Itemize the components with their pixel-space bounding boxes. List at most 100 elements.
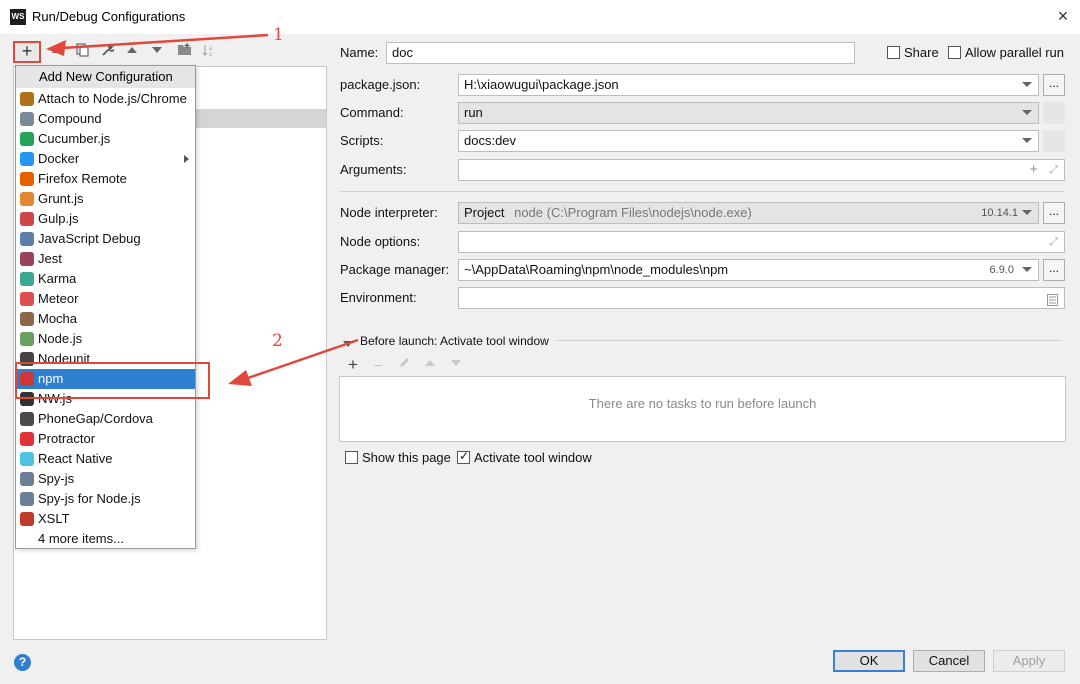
collapse-triangle-icon[interactable] <box>343 336 353 351</box>
move-down-icon[interactable] <box>147 43 167 61</box>
edit-task-icon[interactable] <box>394 356 414 374</box>
node-options-field[interactable]: ⤢ <box>458 231 1065 253</box>
run-debug-dialog: WS Run/Debug Configurations × + – az Add… <box>0 0 1080 684</box>
package-manager-value: ~\AppData\Roaming\npm\node_modules\npm <box>464 262 729 277</box>
parallel-run-checkbox[interactable] <box>948 46 961 59</box>
webstorm-logo-icon: WS <box>10 9 26 25</box>
apply-button[interactable]: Apply <box>993 650 1065 672</box>
add-task-icon[interactable]: + <box>343 356 363 374</box>
menu-item-label: Karma <box>38 271 77 286</box>
move-task-up-icon[interactable] <box>420 356 440 374</box>
package-json-value: H:\xiaowugui\package.json <box>464 77 619 92</box>
annotation-box-npm <box>15 362 210 399</box>
scripts-spacer <box>1043 130 1065 152</box>
environment-field[interactable] <box>458 287 1065 309</box>
remove-task-icon[interactable]: – <box>368 356 388 374</box>
arguments-field[interactable]: + ⤢ <box>458 159 1065 181</box>
list-icon[interactable] <box>1047 292 1058 312</box>
package-json-browse-button[interactable]: ... <box>1043 74 1065 96</box>
menu-item-label: Protractor <box>38 431 96 446</box>
menu-item-label: Compound <box>38 111 102 126</box>
menu-item-karma[interactable]: Karma <box>16 269 195 289</box>
docker-icon <box>20 152 34 166</box>
expand-icon[interactable]: ⤢ <box>1049 232 1058 252</box>
menu-item-firefox[interactable]: Firefox Remote <box>16 169 195 189</box>
move-task-down-icon[interactable] <box>446 356 466 374</box>
compound-icon <box>20 112 34 126</box>
share-checkbox[interactable] <box>887 46 900 59</box>
menu-item-cucumber[interactable]: Cucumber.js <box>16 129 195 149</box>
menu-item-label: Attach to Node.js/Chrome <box>38 91 187 106</box>
menu-item-label: Mocha <box>38 311 78 326</box>
cancel-button[interactable]: Cancel <box>913 650 985 672</box>
add-configuration-button[interactable]: + <box>13 41 41 63</box>
menu-item-docker[interactable]: Docker <box>16 149 195 169</box>
move-up-icon[interactable] <box>122 43 142 61</box>
wrench-icon[interactable] <box>97 43 117 61</box>
activate-window-label: Activate tool window <box>474 450 592 465</box>
menu-item-compound[interactable]: Compound <box>16 109 195 129</box>
menu-item-xslt[interactable]: XSLT <box>16 509 195 529</box>
package-manager-combo[interactable]: ~\AppData\Roaming\npm\node_modules\npm 6… <box>458 259 1039 281</box>
before-launch-divider <box>556 340 1062 341</box>
window-title: Run/Debug Configurations <box>32 9 186 24</box>
js-icon <box>20 92 34 106</box>
empty-tasks-text: There are no tasks to run before launch <box>588 396 817 411</box>
menu-item-phonegap[interactable]: PhoneGap/Cordova <box>16 409 195 429</box>
name-field[interactable]: doc <box>386 42 855 64</box>
menu-item-label: Gulp.js <box>38 211 79 226</box>
menu-item-protractor[interactable]: Protractor <box>16 429 195 449</box>
menu-item-label: Cucumber.js <box>38 131 111 146</box>
submenu-arrow-icon <box>184 155 189 163</box>
activate-window-checkbox[interactable] <box>457 449 470 464</box>
title-bar: WS Run/Debug Configurations × <box>0 0 1080 34</box>
show-page-checkbox[interactable] <box>345 451 358 464</box>
package-json-label: package.json: <box>340 77 421 92</box>
close-icon[interactable]: × <box>1052 5 1074 27</box>
sort-icon[interactable]: az <box>199 43 219 61</box>
scripts-combo[interactable]: docs:dev <box>458 130 1039 152</box>
copy-icon[interactable] <box>72 43 92 61</box>
command-combo[interactable]: run <box>458 102 1039 124</box>
menu-item-gulp[interactable]: Gulp.js <box>16 209 195 229</box>
annotation-step-2: 2 <box>272 331 283 351</box>
package-manager-label: Package manager: <box>340 262 450 277</box>
menu-item-meteor[interactable]: Meteor <box>16 289 195 309</box>
menu-item-label: Docker <box>38 151 80 166</box>
menu-item-more[interactable]: 4 more items... <box>16 529 195 549</box>
before-launch-task-list[interactable]: There are no tasks to run before launch <box>339 376 1066 442</box>
menu-item-label: PhoneGap/Cordova <box>38 411 153 426</box>
menu-item-label: XSLT <box>38 511 70 526</box>
menu-item-spy-js[interactable]: Spy-js <box>16 469 195 489</box>
remove-icon[interactable]: – <box>46 43 66 61</box>
menu-item-mocha[interactable]: Mocha <box>16 309 195 329</box>
package-manager-browse-button[interactable]: ... <box>1043 259 1065 281</box>
package-json-combo[interactable]: H:\xiaowugui\package.json <box>458 74 1039 96</box>
menu-item-label: JavaScript Debug <box>38 231 141 246</box>
phonegap-icon <box>20 412 34 426</box>
command-label: Command: <box>340 105 404 120</box>
chevron-down-icon <box>1022 138 1032 143</box>
menu-header: Add New Configuration <box>16 66 195 88</box>
chevron-down-icon <box>1022 210 1032 215</box>
ok-button[interactable]: OK <box>833 650 905 672</box>
menu-item-spy-js-node[interactable]: Spy-js for Node.js <box>16 489 195 509</box>
selected-configuration-row[interactable] <box>196 109 326 128</box>
firefox-icon <box>20 172 34 186</box>
menu-item-js[interactable]: Attach to Node.js/Chrome <box>16 89 195 109</box>
protractor-icon <box>20 432 34 446</box>
menu-item-react[interactable]: React Native <box>16 449 195 469</box>
menu-item-js-debug[interactable]: JavaScript Debug <box>16 229 195 249</box>
folder-icon[interactable] <box>174 43 194 61</box>
menu-item-nodejs[interactable]: Node.js <box>16 329 195 349</box>
nodejs-icon <box>20 332 34 346</box>
menu-item-jest[interactable]: Jest <box>16 249 195 269</box>
node-interpreter-combo[interactable]: Project node (C:\Program Files\nodejs\no… <box>458 202 1039 224</box>
menu-item-grunt[interactable]: Grunt.js <box>16 189 195 209</box>
node-interpreter-browse-button[interactable]: ... <box>1043 202 1065 224</box>
plus-icon[interactable]: + <box>1029 160 1038 180</box>
expand-icon[interactable]: ⤢ <box>1049 160 1058 180</box>
before-launch-title: Before launch: Activate tool window <box>360 334 549 348</box>
help-icon[interactable]: ? <box>14 654 31 671</box>
meteor-icon <box>20 292 34 306</box>
